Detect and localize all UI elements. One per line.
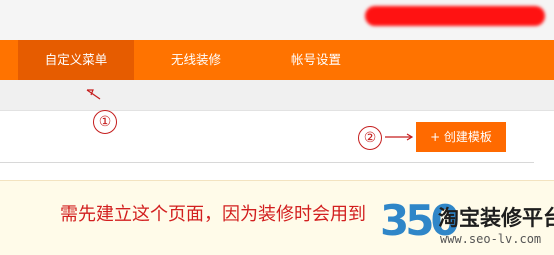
watermark-name: 淘宝装修平台 xyxy=(438,206,554,230)
annotation-marker-2: ② xyxy=(358,126,382,150)
watermark-url: www.seo-lv.com xyxy=(440,232,542,246)
watermark-logo: 350 淘宝装修平台 www.seo-lv.com xyxy=(380,196,554,252)
annotation-marker-1: ① xyxy=(93,110,117,134)
arrow-to-tab xyxy=(86,89,101,100)
arrow-to-button xyxy=(385,133,414,141)
